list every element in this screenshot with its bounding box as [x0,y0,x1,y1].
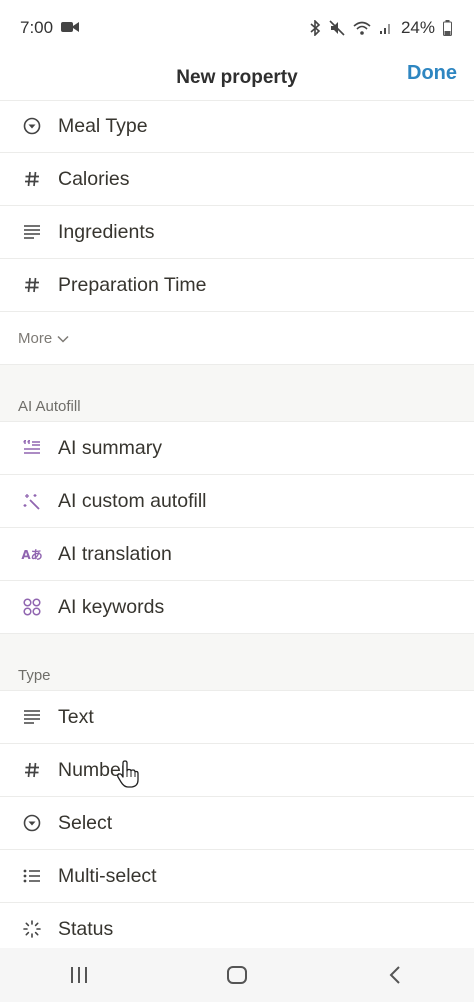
bluetooth-icon [309,20,321,36]
number-icon [21,274,43,296]
type-label: Multi-select [58,864,157,887]
system-nav-bar [0,948,474,1002]
recent-apps-icon [71,967,87,983]
property-meal-type[interactable]: Meal Type [0,100,474,153]
type-multi-select[interactable]: Multi-select [0,850,474,903]
property-list: Meal Type Calories Ingredients Preparati… [0,100,474,956]
type-ai-keywords[interactable]: AI keywords [0,581,474,634]
type-label: Number [58,758,128,781]
battery-percent: 24% [400,18,435,37]
done-button[interactable]: Done [407,62,457,85]
status-time: 7:00 [20,18,54,37]
property-label: Preparation Time [58,273,207,296]
wifi-icon [353,21,371,35]
sparkle-wand-icon [21,490,43,512]
multi-select-icon [21,865,43,887]
status-right: 24% [309,18,452,38]
property-label: Calories [58,167,130,190]
select-icon [21,115,43,137]
back-icon [389,966,400,984]
text-icon [21,706,43,728]
section-gap [0,365,474,391]
translation-icon-text: Aあ [21,547,43,562]
type-label: Status [58,917,114,940]
video-camera-icon [61,18,80,38]
keywords-icon [21,596,43,618]
home-button[interactable] [207,955,267,995]
type-label: AI keywords [58,595,165,618]
property-preparation-time[interactable]: Preparation Time [0,259,474,312]
type-number[interactable]: Number [0,744,474,797]
type-ai-custom-autofill[interactable]: AI custom autofill [0,475,474,528]
header: New property Done [0,56,474,101]
property-calories[interactable]: Calories [0,153,474,206]
section-title-type: Type [0,660,474,691]
section-gap [0,634,474,660]
section-title-ai-autofill: AI Autofill [0,391,474,422]
select-icon [21,812,43,834]
mute-icon [329,20,345,36]
signal-icon [379,21,393,35]
page-title: New property [176,67,298,88]
status-bar: 7:00 24% [0,0,474,56]
type-label: Text [58,705,94,728]
type-select[interactable]: Select [0,797,474,850]
type-label: AI translation [58,542,172,565]
type-label: Select [58,811,113,834]
number-icon [21,168,43,190]
translation-icon: Aあ [21,543,43,565]
recent-apps-button[interactable] [49,955,109,995]
status-left: 7:00 [20,18,80,38]
battery-icon [443,20,452,36]
status-icon [21,918,43,940]
text-icon [21,221,43,243]
type-label: AI custom autofill [58,489,207,512]
type-ai-translation[interactable]: Aあ AI translation [0,528,474,581]
ai-summary-icon [21,437,43,459]
type-text[interactable]: Text [0,691,474,744]
home-icon [227,966,247,984]
more-button[interactable]: More [0,312,474,365]
property-label: Ingredients [58,220,155,243]
type-ai-summary[interactable]: AI summary [0,422,474,475]
chevron-down-icon [52,330,69,347]
back-button[interactable] [365,955,425,995]
number-icon [21,759,43,781]
more-label: More [18,329,53,347]
property-ingredients[interactable]: Ingredients [0,206,474,259]
type-label: AI summary [58,436,163,459]
property-label: Meal Type [58,114,148,137]
